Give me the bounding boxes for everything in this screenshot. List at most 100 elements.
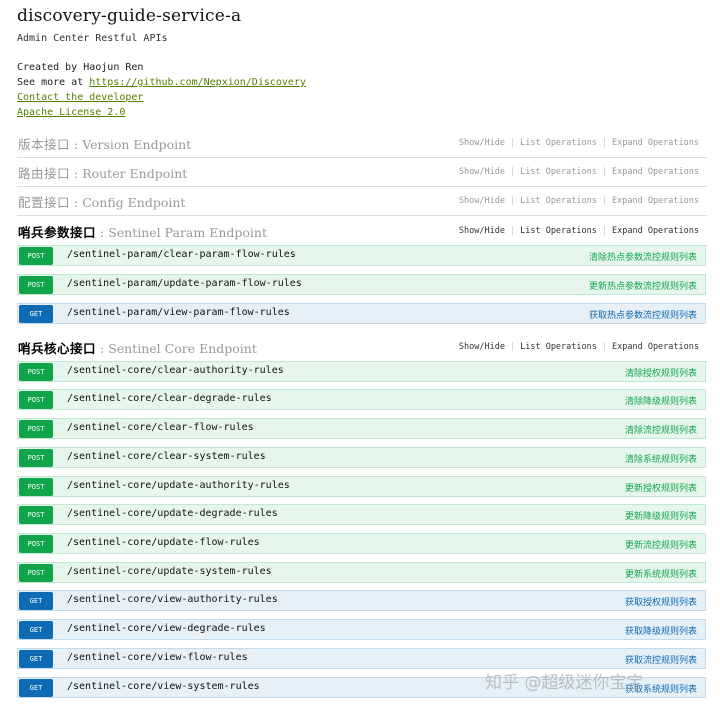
separator: | (509, 167, 516, 177)
contact-developer-link[interactable]: Contact the developer (17, 92, 143, 103)
http-method-badge[interactable]: POST (19, 478, 53, 496)
http-method-badge[interactable]: GET (19, 592, 53, 610)
http-method-badge[interactable]: POST (19, 506, 53, 524)
endpoint-path[interactable]: /sentinel-core/view-degrade-rules (67, 623, 266, 634)
resource-name-cn: 版本接口 (18, 137, 71, 152)
endpoint-path[interactable]: /sentinel-core/update-system-rules (67, 566, 272, 577)
show-hide-link[interactable]: Show/Hide (459, 226, 505, 236)
endpoint-row[interactable]: POST/sentinel-core/update-degrade-rules 更… (17, 504, 706, 525)
expand-operations-link[interactable]: Expand Operations (612, 196, 699, 206)
endpoint-description[interactable]: 更新流控规则列表 (625, 538, 697, 551)
endpoint-row[interactable]: GET/sentinel-param/view-param-flow-rules… (17, 303, 706, 324)
resource-name-cn: 路由接口 (18, 166, 71, 181)
endpoint-path[interactable]: /sentinel-core/update-flow-rules (67, 537, 260, 548)
expand-operations-link[interactable]: Expand Operations (612, 226, 699, 236)
http-method-badge[interactable]: POST (19, 420, 53, 438)
show-hide-link[interactable]: Show/Hide (459, 196, 505, 206)
endpoint-description[interactable]: 清除流控规则列表 (625, 423, 697, 436)
github-link[interactable]: https://github.com/Nepxion/Discovery (89, 77, 306, 88)
resource-operations: Show/Hide | List Operations | Expand Operati… (459, 167, 699, 177)
endpoint-row[interactable]: POST/sentinel-core/clear-authority-rules… (17, 361, 706, 382)
list-operations-link[interactable]: List Operations (520, 342, 597, 352)
resource-name-en: Config Endpoint (82, 195, 186, 210)
resource-name[interactable]: 哨兵核心接口 : Sentinel Core Endpoint (18, 338, 257, 357)
resource-name[interactable]: 版本接口 : Version Endpoint (18, 134, 191, 153)
http-method-badge[interactable]: GET (19, 305, 53, 323)
endpoint-description[interactable]: 更新降级规则列表 (625, 509, 697, 522)
resource-name-en: Sentinel Core Endpoint (108, 341, 257, 356)
separator: | (509, 138, 516, 148)
endpoint-description[interactable]: 清除热点参数流控规则列表 (589, 250, 697, 263)
endpoint-row[interactable]: POST/sentinel-core/clear-degrade-rules 清除… (17, 389, 706, 410)
list-operations-link[interactable]: List Operations (520, 196, 597, 206)
separator: | (601, 226, 607, 236)
expand-operations-link[interactable]: Expand Operations (612, 342, 699, 352)
endpoint-path[interactable]: /sentinel-core/view-authority-rules (67, 594, 278, 605)
http-method-badge[interactable]: POST (19, 535, 53, 553)
endpoint-path[interactable]: /sentinel-core/clear-flow-rules (67, 422, 254, 433)
endpoint-description[interactable]: 清除降级规则列表 (625, 394, 697, 407)
endpoint-row[interactable]: POST/sentinel-core/update-system-rules 更新… (17, 562, 706, 583)
endpoint-path[interactable]: /sentinel-core/clear-degrade-rules (67, 393, 272, 404)
separator: | (601, 196, 607, 206)
resource-section: 路由接口 : Router Endpoint Show/Hide | List Ope… (17, 158, 707, 187)
http-method-badge[interactable]: POST (19, 276, 53, 294)
endpoint-description[interactable]: 更新授权规则列表 (625, 481, 697, 494)
endpoint-row[interactable]: POST/sentinel-core/clear-system-rules 清除系… (17, 447, 706, 468)
resource-name-sep: : (70, 137, 83, 152)
endpoint-description[interactable]: 清除授权规则列表 (625, 366, 697, 379)
show-hide-link[interactable]: Show/Hide (459, 138, 505, 148)
show-hide-link[interactable]: Show/Hide (459, 167, 505, 177)
endpoint-path[interactable]: /sentinel-core/update-authority-rules (67, 480, 290, 491)
endpoint-row[interactable]: POST/sentinel-param/update-param-flow-ru… (17, 274, 706, 295)
endpoint-row[interactable]: POST/sentinel-core/update-flow-rules 更新流控… (17, 533, 706, 554)
endpoint-row[interactable]: POST/sentinel-param/clear-param-flow-rul… (17, 245, 706, 266)
expand-operations-link[interactable]: Expand Operations (612, 167, 699, 177)
resource-name[interactable]: 配置接口 : Config Endpoint (18, 192, 185, 211)
resource-name-en: Version Endpoint (82, 137, 192, 152)
endpoint-path[interactable]: /sentinel-param/update-param-flow-rules (67, 278, 302, 289)
endpoint-row[interactable]: POST/sentinel-core/update-authority-rule… (17, 476, 706, 497)
http-method-badge[interactable]: GET (19, 621, 53, 639)
http-method-badge[interactable]: GET (19, 679, 53, 697)
resource-name[interactable]: 哨兵参数接口 : Sentinel Param Endpoint (18, 222, 267, 241)
endpoint-path[interactable]: /sentinel-param/view-param-flow-rules (67, 307, 290, 318)
endpoint-path[interactable]: /sentinel-core/update-degrade-rules (67, 508, 278, 519)
endpoint-description[interactable]: 获取降级规则列表 (625, 624, 697, 637)
endpoint-row[interactable]: GET/sentinel-core/view-flow-rules 获取流控规则列… (17, 648, 706, 669)
resource-section: 版本接口 : Version Endpoint Show/Hide | List Op… (17, 129, 707, 158)
separator: | (509, 342, 516, 352)
http-method-badge[interactable]: POST (19, 564, 53, 582)
resource-section: 哨兵核心接口 : Sentinel Core Endpoint Show/Hide… (17, 333, 707, 362)
http-method-badge[interactable]: POST (19, 363, 53, 381)
http-method-badge[interactable]: POST (19, 449, 53, 467)
http-method-badge[interactable]: POST (19, 391, 53, 409)
list-operations-link[interactable]: List Operations (520, 226, 597, 236)
endpoint-description[interactable]: 更新热点参数流控规则列表 (589, 279, 697, 292)
list-operations-link[interactable]: List Operations (520, 138, 597, 148)
resource-name[interactable]: 路由接口 : Router Endpoint (18, 163, 187, 182)
endpoint-description[interactable]: 清除系统规则列表 (625, 452, 697, 465)
expand-operations-link[interactable]: Expand Operations (612, 138, 699, 148)
endpoint-row[interactable]: POST/sentinel-core/clear-flow-rules 清除流控规… (17, 418, 706, 439)
license-link[interactable]: Apache License 2.0 (17, 107, 125, 118)
endpoint-description[interactable]: 获取授权规则列表 (625, 595, 697, 608)
endpoint-path[interactable]: /sentinel-core/clear-system-rules (67, 451, 266, 462)
separator: | (601, 167, 607, 177)
separator: | (509, 226, 516, 236)
http-method-badge[interactable]: GET (19, 650, 53, 668)
endpoint-path[interactable]: /sentinel-core/clear-authority-rules (67, 365, 284, 376)
endpoint-description[interactable]: 获取流控规则列表 (625, 653, 697, 666)
endpoint-path[interactable]: /sentinel-param/clear-param-flow-rules (67, 249, 296, 260)
http-method-badge[interactable]: POST (19, 247, 53, 265)
show-hide-link[interactable]: Show/Hide (459, 342, 505, 352)
list-operations-link[interactable]: List Operations (520, 167, 597, 177)
endpoint-row[interactable]: GET/sentinel-core/view-degrade-rules 获取降级… (17, 619, 706, 640)
endpoint-description[interactable]: 更新系统规则列表 (625, 567, 697, 580)
resource-operations: Show/Hide | List Operations | Expand Operati… (459, 226, 699, 236)
endpoint-path[interactable]: /sentinel-core/view-system-rules (67, 681, 260, 692)
endpoint-path[interactable]: /sentinel-core/view-flow-rules (67, 652, 248, 663)
endpoint-row[interactable]: GET/sentinel-core/view-authority-rules 获取… (17, 590, 706, 611)
endpoint-description[interactable]: 获取热点参数流控规则列表 (589, 308, 697, 321)
resource-name-cn: 配置接口 (18, 195, 71, 210)
